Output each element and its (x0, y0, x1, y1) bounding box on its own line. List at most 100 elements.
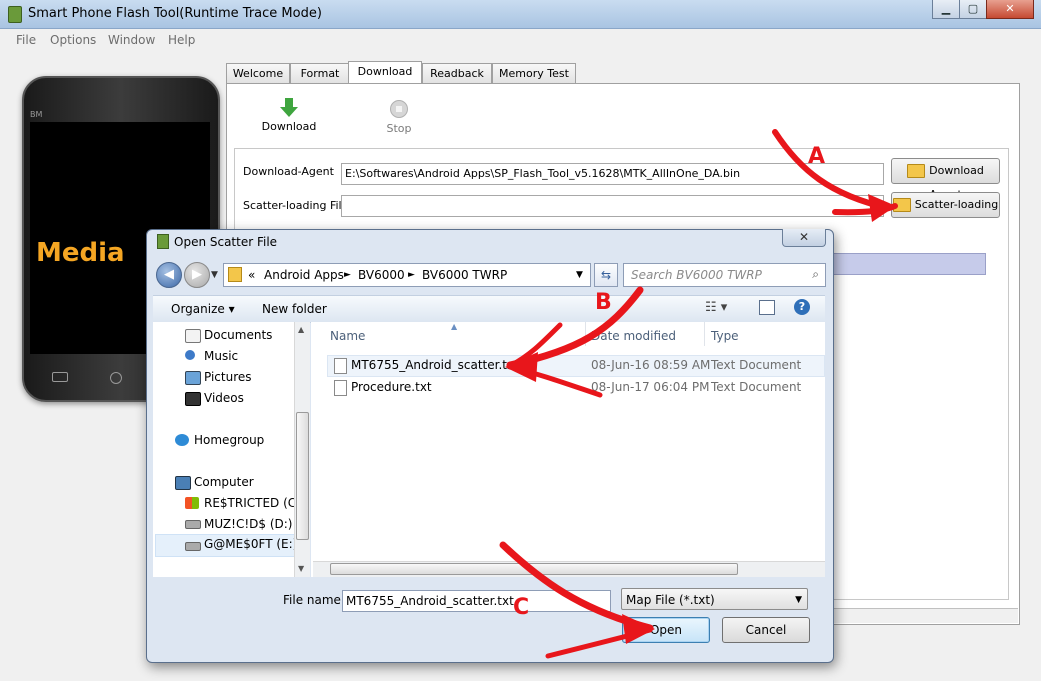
download-tool-label: Download (261, 120, 317, 133)
computer-icon (175, 476, 191, 490)
file-type: Text Document (711, 380, 802, 394)
menu-file[interactable]: File (16, 33, 36, 47)
hscrollbar-thumb[interactable] (330, 563, 738, 575)
breadcrumb-overflow[interactable]: « (248, 268, 255, 282)
download-agent-label: Download-Agent (243, 165, 334, 178)
annotation-label-c: C (513, 595, 530, 620)
help-icon[interactable]: ? (794, 299, 810, 315)
phone-brand: BM (30, 110, 43, 119)
forward-button[interactable]: ▶ (184, 262, 210, 288)
back-button[interactable]: ◀ (156, 262, 182, 288)
folder-icon (228, 267, 242, 282)
search-icon: ⌕ (812, 267, 819, 281)
homegroup-icon (175, 434, 189, 446)
column-date-modified[interactable]: Date modified (591, 329, 676, 343)
breadcrumb-bv6000-twrp[interactable]: BV6000 TWRP (422, 268, 507, 282)
command-bar: Organize ▾ New folder ☷ ▾ ? (153, 295, 825, 323)
phone-logo: Media (36, 238, 125, 268)
minimize-button[interactable]: ▁ (932, 0, 960, 19)
music-icon (185, 350, 195, 360)
dialog-app-icon (157, 234, 169, 249)
open-button[interactable]: Open (622, 617, 710, 643)
file-name[interactable]: Procedure.txt (351, 380, 432, 394)
videos-icon (185, 392, 201, 406)
close-button[interactable]: ✕ (986, 0, 1034, 19)
window-titlebar: Smart Phone Flash Tool(Runtime Trace Mod… (0, 0, 1041, 29)
partition-row-selected[interactable] (816, 253, 986, 275)
organize-button[interactable]: Organize ▾ (171, 302, 235, 316)
menu-options[interactable]: Options (50, 33, 96, 47)
chevron-down-icon: ▼ (795, 595, 802, 605)
breadcrumb-separator[interactable]: ► (344, 270, 351, 280)
nav-item-drive-d[interactable]: MUZ!C!D$ (D:) (204, 517, 292, 531)
tab-readback[interactable]: Readback (422, 63, 492, 83)
scatter-loading-button[interactable]: Scatter-loading (891, 192, 1000, 218)
download-agent-button[interactable]: Download Agent (891, 158, 1000, 201)
download-agent-field[interactable]: E:\Softwares\Android Apps\SP_Flash_Tool_… (341, 163, 884, 185)
file-name-label: File name: (283, 593, 345, 607)
refresh-icon[interactable]: ⇆ (594, 263, 618, 287)
scatter-loading-label: Scatter-loading File (243, 199, 349, 212)
drive-d-icon (185, 520, 201, 529)
annotation-label-a: A (808, 144, 826, 169)
dialog-close-button[interactable]: ✕ (782, 229, 826, 247)
phone-home-key (110, 372, 122, 384)
nav-item-drive-c[interactable]: RE$TRICTED (C:) (204, 496, 305, 510)
folder-icon (907, 164, 926, 178)
scroll-down-icon[interactable]: ▼ (298, 564, 304, 573)
file-name-input[interactable]: MT6755_Android_scatter.txt (342, 590, 611, 612)
stop-icon (390, 100, 408, 118)
tab-download[interactable]: Download (348, 61, 422, 84)
search-placeholder: Search BV6000 TWRP (631, 268, 762, 282)
tab-memory-test[interactable]: Memory Test (492, 63, 576, 83)
tab-format[interactable]: Format (290, 63, 350, 83)
scroll-up-icon[interactable]: ▲ (298, 325, 304, 334)
breadcrumb-bv6000[interactable]: BV6000 (358, 268, 405, 282)
menu-window[interactable]: Window (108, 33, 155, 47)
phone-menu-key (52, 372, 68, 382)
folder-icon (892, 198, 911, 212)
nav-item-pictures[interactable]: Pictures (204, 370, 252, 384)
nav-item-documents[interactable]: Documents (204, 328, 272, 342)
address-dropdown-icon[interactable]: ▼ (576, 270, 583, 280)
file-type: Text Document (711, 358, 802, 372)
documents-icon (185, 329, 201, 343)
scatter-loading-field[interactable] (341, 195, 884, 217)
view-icon[interactable]: ☷ ▾ (705, 300, 727, 315)
stop-tool-label: Stop (386, 122, 412, 135)
download-tool-button[interactable]: Download (258, 98, 320, 133)
drive-e-icon (185, 542, 201, 551)
address-bar[interactable]: « Android Apps ► BV6000 ► BV6000 TWRP ▼ (223, 263, 591, 287)
column-type[interactable]: Type (711, 329, 739, 343)
sort-ascending-icon: ▲ (451, 322, 458, 331)
text-file-icon (334, 380, 347, 396)
new-folder-button[interactable]: New folder (262, 302, 327, 316)
dialog-title: Open Scatter File (174, 235, 278, 249)
menu-help[interactable]: Help (168, 33, 195, 47)
nav-item-computer[interactable]: Computer (194, 475, 254, 489)
stop-tool-button[interactable]: Stop (378, 100, 420, 135)
pictures-icon (185, 371, 201, 385)
app-icon (8, 6, 22, 23)
file-type-select[interactable]: Map File (*.txt) ▼ (621, 588, 808, 610)
file-name[interactable]: MT6755_Android_scatter.txt (351, 358, 519, 372)
text-file-icon (334, 358, 347, 374)
menu-bar: File Options Window Help (0, 29, 1041, 51)
breadcrumb-android-apps[interactable]: Android Apps (264, 268, 344, 282)
preview-pane-icon[interactable] (759, 300, 775, 315)
tab-welcome[interactable]: Welcome (226, 63, 290, 83)
search-box[interactable]: Search BV6000 TWRP ⌕ (623, 263, 826, 287)
breadcrumb-separator[interactable]: ► (408, 270, 415, 280)
nav-scrollbar-thumb[interactable] (296, 412, 309, 540)
file-date: 08-Jun-17 06:04 PM (591, 380, 710, 394)
nav-item-drive-e[interactable]: G@ME$0FT (E:) (204, 537, 297, 551)
nav-item-videos[interactable]: Videos (204, 391, 244, 405)
cancel-button[interactable]: Cancel (722, 617, 810, 643)
drive-c-icon (185, 497, 199, 509)
annotation-label-b: B (595, 290, 612, 315)
nav-item-homegroup[interactable]: Homegroup (194, 433, 264, 447)
history-dropdown-icon[interactable]: ▼ (211, 270, 218, 280)
maximize-button[interactable]: ▢ (959, 0, 987, 19)
nav-item-music[interactable]: Music (204, 349, 238, 363)
column-name[interactable]: Name (330, 329, 365, 343)
